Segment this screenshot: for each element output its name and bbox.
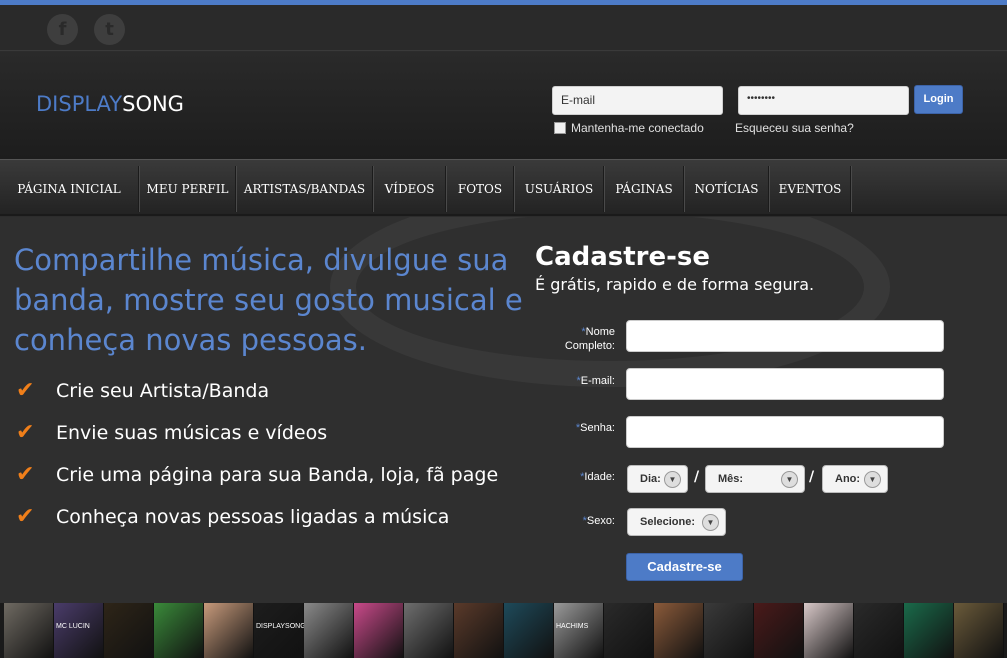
signup-submit-button[interactable]: Cadastre-se [626, 553, 743, 581]
sex-select[interactable]: Selecione: ▼ [627, 508, 726, 536]
check-icon: ✔ [16, 462, 35, 487]
thumbnail-label: DISPLAYSONG [256, 623, 306, 630]
twitter-icon[interactable]: t [94, 14, 125, 45]
nav-item-profile[interactable]: MEU PERFIL [140, 166, 236, 212]
feature-item: ✔ Crie uma página para sua Banda, loja, f… [16, 462, 498, 487]
thumbnail-label: MC LUCIN [56, 623, 90, 630]
check-icon: ✔ [16, 504, 35, 529]
nav-item-news[interactable]: NOTÍCIAS [685, 166, 769, 212]
day-select-value: Dia: [640, 473, 661, 485]
month-select-value: Mês: [718, 473, 744, 485]
remember-label: Mantenha-me conectado [571, 121, 704, 135]
sex-select-value: Selecione: [640, 516, 696, 528]
age-label: *Idade: [580, 471, 615, 483]
user-thumbnail[interactable] [504, 603, 554, 658]
remember-checkbox[interactable] [554, 122, 566, 134]
email-field[interactable] [626, 368, 944, 400]
login-password-input[interactable]: •••••••• [738, 86, 909, 115]
user-thumbnail[interactable] [604, 603, 654, 658]
chevron-down-icon: ▼ [864, 471, 881, 488]
nav-item-photos[interactable]: FOTOS [447, 166, 514, 212]
date-separator: / [809, 469, 815, 485]
feature-item: ✔ Envie suas músicas e vídeos [16, 420, 327, 445]
feature-item: ✔ Crie seu Artista/Banda [16, 378, 269, 403]
password-field[interactable] [626, 416, 944, 448]
password-label: *Senha: [575, 422, 615, 434]
user-thumbnail[interactable]: HACHIMS [554, 603, 604, 658]
facebook-icon[interactable]: f [47, 14, 78, 45]
site-logo[interactable]: DISPLAYSONG [36, 92, 184, 116]
user-thumbnail[interactable] [4, 603, 54, 658]
login-email-input[interactable]: E-mail [552, 86, 723, 115]
user-thumbnail[interactable] [854, 603, 904, 658]
user-thumbnail[interactable] [454, 603, 504, 658]
user-thumbnail[interactable] [104, 603, 154, 658]
day-select[interactable]: Dia: ▼ [627, 465, 688, 493]
user-thumbnail[interactable]: MC LUCIN [54, 603, 104, 658]
feature-item: ✔ Conheça novas pessoas ligadas a música [16, 504, 449, 529]
feature-text: Conheça novas pessoas ligadas a música [56, 506, 450, 528]
user-thumbnail[interactable] [354, 603, 404, 658]
remember-me[interactable]: Mantenha-me conectado [554, 121, 704, 135]
user-thumbnail[interactable]: DISPLAYSONG [254, 603, 306, 658]
user-thumbnail[interactable] [954, 603, 1004, 658]
user-thumbnail[interactable] [704, 603, 754, 658]
sex-label: *Sexo: [582, 515, 615, 527]
nav-item-home[interactable]: PÁGINA INICIAL [0, 166, 139, 212]
signup-subtitle: É grátis, rapido e de forma segura. [535, 275, 815, 294]
feature-text: Crie uma página para sua Banda, loja, fã… [56, 464, 499, 486]
user-photo-strip: MC LUCIN DISPLAYSONG HACHIMS [0, 603, 1007, 658]
nav-item-videos[interactable]: VÍDEOS [374, 166, 446, 212]
user-thumbnail[interactable] [904, 603, 954, 658]
main-nav: PÁGINA INICIAL MEU PERFIL ARTISTAS/BANDA… [0, 159, 1007, 216]
logo-part-song: SONG [122, 92, 184, 116]
hero-headline: Compartilhe música, divulgue sua banda, … [14, 243, 523, 357]
name-label: *Nome Completo: [564, 326, 615, 352]
year-select-value: Ano: [835, 473, 861, 485]
name-field[interactable] [626, 320, 944, 352]
user-thumbnail[interactable] [754, 603, 804, 658]
feature-text: Crie seu Artista/Banda [56, 380, 270, 402]
user-thumbnail[interactable] [204, 603, 254, 658]
user-thumbnail[interactable] [304, 603, 354, 658]
month-select[interactable]: Mês: ▼ [705, 465, 805, 493]
user-thumbnail[interactable] [804, 603, 854, 658]
user-thumbnail[interactable] [654, 603, 704, 658]
thumbnail-label: HACHIMS [556, 623, 589, 630]
year-select[interactable]: Ano: ▼ [822, 465, 888, 493]
social-bar: f t [0, 5, 1007, 51]
nav-item-users[interactable]: USUÁRIOS [515, 166, 604, 212]
check-icon: ✔ [16, 378, 35, 403]
email-label: *E-mail: [576, 375, 615, 387]
feature-text: Envie suas músicas e vídeos [56, 422, 328, 444]
chevron-down-icon: ▼ [664, 471, 681, 488]
signup-title: Cadastre-se [535, 242, 711, 272]
user-thumbnail[interactable] [154, 603, 204, 658]
nav-item-events[interactable]: EVENTOS [770, 166, 851, 212]
chevron-down-icon: ▼ [781, 471, 798, 488]
check-icon: ✔ [16, 420, 35, 445]
date-separator: / [694, 469, 700, 485]
chevron-down-icon: ▼ [702, 514, 719, 531]
nav-item-artists[interactable]: ARTISTAS/BANDAS [237, 166, 373, 212]
login-button[interactable]: Login [914, 85, 963, 114]
forgot-password-link[interactable]: Esqueceu sua senha? [735, 121, 854, 135]
nav-item-pages[interactable]: PÁGINAS [605, 166, 684, 212]
logo-part-display: DISPLAY [36, 92, 123, 116]
user-thumbnail[interactable] [404, 603, 454, 658]
